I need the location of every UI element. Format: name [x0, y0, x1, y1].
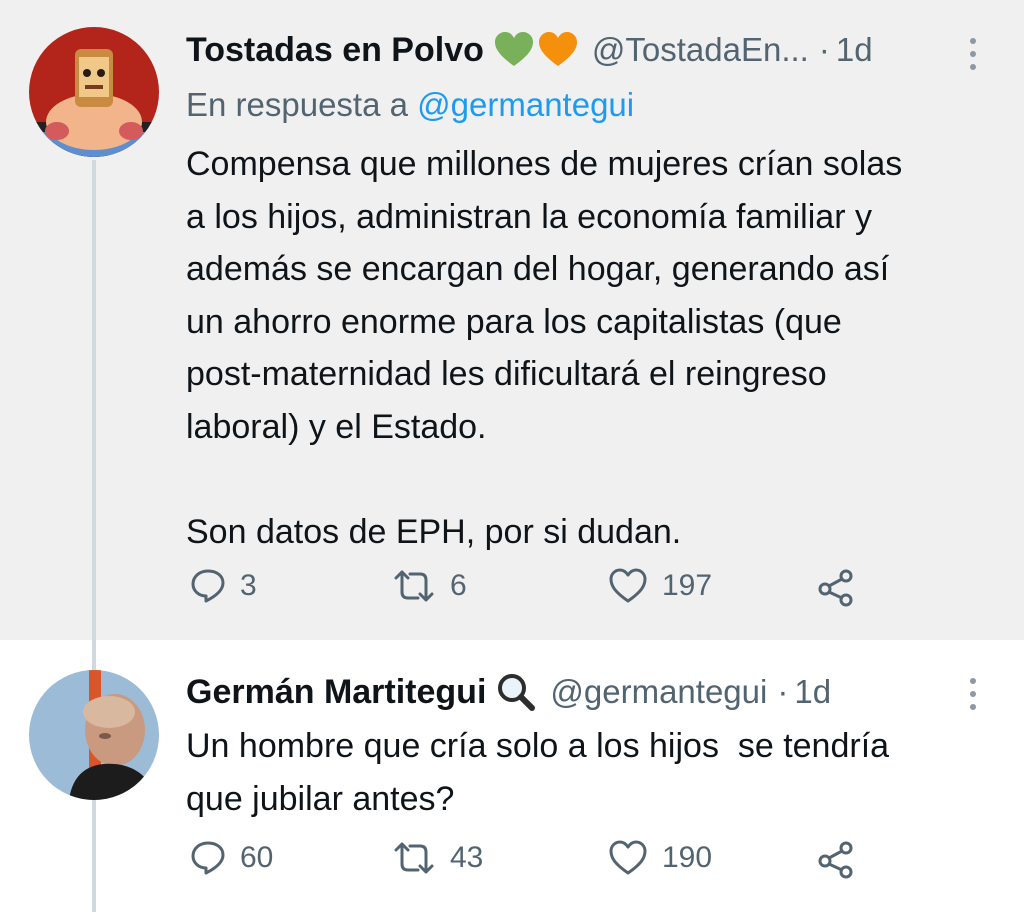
share-icon: [818, 841, 853, 879]
author-name[interactable]: Tostadas en Polvo: [186, 31, 484, 70]
thread-connector: [92, 640, 96, 670]
retweet-icon: [394, 570, 434, 602]
more-options-icon[interactable]: [970, 38, 976, 70]
tweet-header: Germán Martitegui @germantegui · 1d: [186, 672, 831, 712]
share-icon: [818, 569, 853, 607]
reply-icon: [191, 569, 225, 603]
reply-count: 60: [240, 841, 274, 874]
author-name[interactable]: Germán Martitegui: [186, 673, 486, 712]
avatar[interactable]: [29, 670, 159, 800]
tweet-text: Compensa que millones de mujeres crían s…: [186, 145, 903, 551]
author-handle[interactable]: @germantegui: [550, 673, 767, 711]
reply-button[interactable]: 60: [190, 840, 273, 876]
like-button[interactable]: 190: [608, 840, 712, 876]
reply-icon: [191, 841, 225, 875]
tweet-reply[interactable]: Germán Martitegui @germantegui · 1d Un h…: [0, 640, 1024, 912]
retweet-button[interactable]: 6: [392, 568, 467, 604]
author-handle[interactable]: @TostadaEn...: [592, 31, 809, 69]
reply-mention-link[interactable]: @germantegui: [417, 86, 634, 123]
profile-badges: [496, 672, 536, 712]
tweet-header: Tostadas en Polvo @TostadaEn... · 1d: [186, 30, 873, 70]
reply-button[interactable]: 3: [190, 568, 257, 604]
thread-connector: [92, 160, 96, 640]
orange-heart-icon: [538, 32, 577, 66]
green-heart-icon: [494, 32, 533, 66]
heart-icon: [609, 840, 647, 875]
profile-badges: [494, 32, 578, 68]
retweet-button[interactable]: 43: [392, 840, 483, 876]
share-button[interactable]: [816, 840, 856, 880]
retweet-icon: [394, 842, 434, 874]
tweet-text: Un hombre que cría solo a los hijos se t…: [186, 727, 890, 818]
heart-icon: [609, 568, 647, 603]
reply-prefix: En respuesta a: [186, 86, 408, 123]
separator-dot: ·: [777, 673, 789, 710]
like-count: 197: [662, 569, 713, 602]
retweet-count: 6: [450, 569, 467, 602]
share-button[interactable]: [816, 568, 856, 608]
separator-dot: ·: [818, 31, 830, 68]
reply-count: 3: [240, 569, 257, 602]
like-button[interactable]: 197: [608, 568, 712, 604]
like-count: 190: [662, 841, 713, 874]
retweet-count: 43: [450, 841, 484, 874]
avatar[interactable]: [29, 27, 159, 157]
timestamp[interactable]: 1d: [836, 31, 873, 69]
timestamp[interactable]: 1d: [794, 673, 831, 711]
reply-context: En respuesta a @germantegui: [186, 86, 634, 124]
magnifying-glass-icon: [498, 674, 536, 711]
more-options-icon[interactable]: [970, 678, 976, 710]
tweet-highlighted[interactable]: Tostadas en Polvo @TostadaEn... · 1d En …: [0, 0, 1024, 640]
thread-connector: [92, 800, 96, 912]
